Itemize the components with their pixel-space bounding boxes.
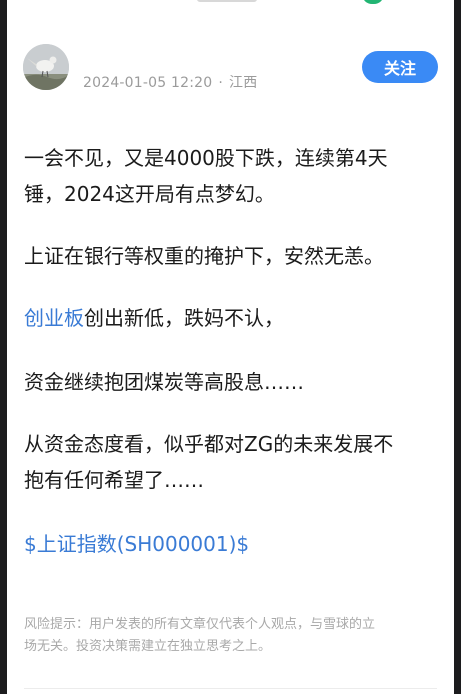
stock-link-sh000001[interactable]: $上证指数(SH000001)$ xyxy=(24,532,249,556)
paragraph-line: 锤，2024这开局有点梦幻。 xyxy=(24,182,275,206)
top-bar-green-icon[interactable] xyxy=(362,0,384,4)
divider xyxy=(24,688,437,689)
paragraph: 上证在银行等权重的掩护下，安然无恙。 xyxy=(24,244,384,268)
paragraph: 资金继续抱团煤炭等高股息…… xyxy=(24,370,304,394)
risk-disclaimer: 风险提示：用户发表的所有文章仅代表个人观点，与雪球的立 场无关。投资决策需建立在… xyxy=(24,614,442,658)
risk-line: 风险提示：用户发表的所有文章仅代表个人观点，与雪球的立 xyxy=(24,617,376,632)
paragraph-text: 创出新低，跌妈不认， xyxy=(84,306,284,330)
post-timestamp: 2024-01-05 12:20 xyxy=(83,75,213,91)
paragraph-line: 一会不见，又是4000股下跌，连续第4天 xyxy=(24,146,388,170)
top-bar-element xyxy=(197,0,257,2)
chinext-link[interactable]: 创业板 xyxy=(24,306,84,330)
avatar-bird-image xyxy=(23,44,69,90)
meta-separator: · xyxy=(218,75,224,91)
post-location: 江西 xyxy=(229,75,258,91)
avatar[interactable] xyxy=(23,44,69,90)
paragraph-line: 从资金态度看，似乎都对ZG的未来发展不 xyxy=(24,432,394,456)
paragraph: 创业板创出新低，跌妈不认， xyxy=(24,300,284,336)
top-bar-partial xyxy=(7,0,454,4)
post-page: 2024-01-05 12:20 · 江西 关注 一会不见，又是4000股下跌，连续… xyxy=(7,0,454,694)
follow-button[interactable]: 关注 xyxy=(362,51,438,83)
paragraph: $上证指数(SH000001)$ xyxy=(24,526,249,562)
risk-line: 场无关。投资决策需建立在独立思考之上。 xyxy=(24,639,272,654)
paragraph-line: 抱有任何希望了…… xyxy=(24,468,204,492)
post-meta: 2024-01-05 12:20 · 江西 xyxy=(83,72,257,92)
